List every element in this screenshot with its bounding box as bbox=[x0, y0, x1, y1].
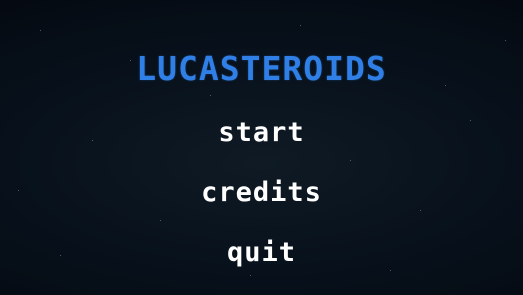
quit-button[interactable]: quit bbox=[0, 237, 523, 269]
main-menu: start credits quit bbox=[0, 0, 523, 295]
credits-button[interactable]: credits bbox=[0, 177, 523, 209]
start-button[interactable]: start bbox=[0, 117, 523, 149]
main-menu-screen: LUCASTEROIDS start credits quit bbox=[0, 0, 523, 295]
